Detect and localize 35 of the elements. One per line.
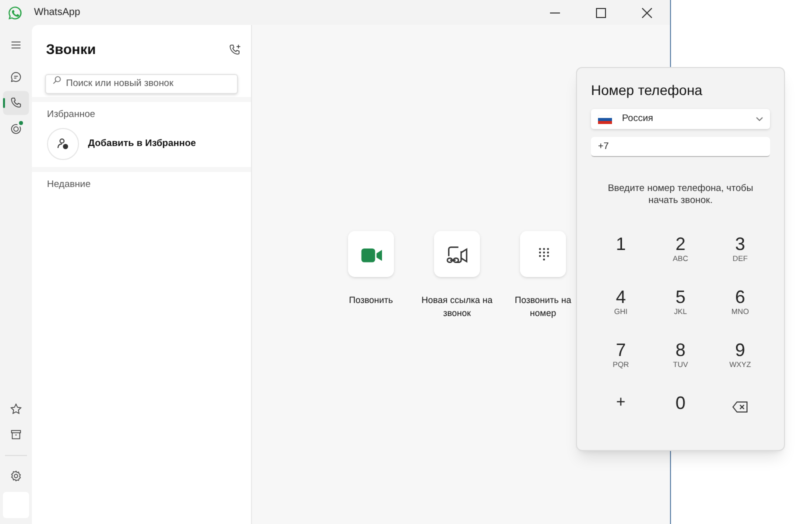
chat-bubble-icon [10,71,22,83]
plus-key[interactable]: + [591,391,651,431]
close-icon [642,8,652,18]
phone-icon [10,97,22,109]
dial-key[interactable]: 1 [591,232,651,272]
backspace-icon [732,401,748,413]
search-field[interactable]: Поиск или новый звонок [45,74,238,94]
action-label: Позвонить [349,294,393,307]
add-favorite-item[interactable]: Добавить в Избранное [47,128,251,160]
chevron-down-icon [756,117,763,121]
calls-button[interactable] [3,91,29,115]
phone-field[interactable]: +7 [591,137,770,157]
dial-key[interactable]: 0 [650,391,710,431]
section-heading: Недавние [47,178,92,192]
window-title: WhatsApp [34,6,80,20]
panel-title: Звонки [46,40,96,59]
settings-icon [10,470,22,482]
section-heading: Избранное [47,108,96,122]
call-link-button[interactable] [434,231,480,277]
country-dropdown[interactable]: Россия [591,109,770,129]
search-icon [53,76,61,84]
maximize-icon [596,8,606,18]
status-ring-icon [10,123,22,135]
action-label: Позвонить на номер [514,294,572,320]
archive-icon [10,429,22,441]
whatsapp-logo-icon [8,6,22,20]
action-label: Новая ссылка на звонок [420,294,494,320]
new-call-icon[interactable] [229,44,241,56]
person-add-icon [57,138,69,150]
star-icon [10,403,22,415]
menu-icon [10,39,22,51]
video-call-button[interactable] [348,231,394,277]
hint-text: Введите номер телефона, чтобы начать звонок. [606,183,754,207]
flag-icon [598,114,612,124]
popup-title: Номер телефона [591,81,704,100]
